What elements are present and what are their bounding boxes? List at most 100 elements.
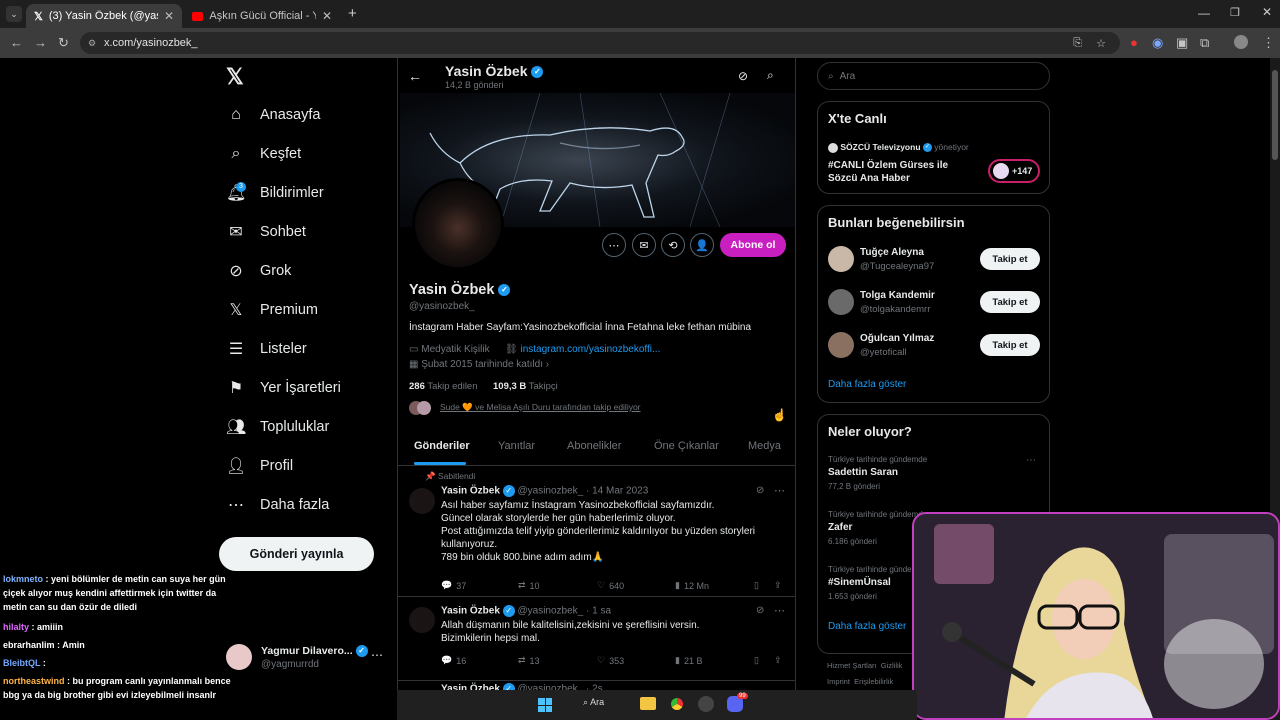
- minimize-icon[interactable]: —: [1198, 6, 1210, 20]
- avatar[interactable]: [828, 246, 854, 272]
- extension-red-icon[interactable]: ●: [1130, 35, 1138, 50]
- views-button[interactable]: ▮ 21 B: [675, 655, 702, 666]
- browser-menu-icon[interactable]: ⋮: [1262, 35, 1275, 51]
- back-arrow-icon[interactable]: ←: [408, 68, 422, 84]
- tweet-more-icon[interactable]: ⋯: [774, 484, 785, 497]
- grok-tweet-icon[interactable]: ⊘: [756, 485, 764, 496]
- more-options-icon[interactable]: ⋯: [602, 233, 626, 257]
- show-more-link[interactable]: Daha fazla göster: [828, 621, 906, 632]
- search-box[interactable]: ⌕ Ara: [817, 62, 1050, 90]
- follow-user-icon[interactable]: 👤: [690, 233, 714, 257]
- profile-avatar[interactable]: [412, 178, 504, 270]
- chrome-icon[interactable]: [669, 696, 685, 712]
- restore-icon[interactable]: ❐: [1230, 6, 1240, 19]
- profile-tab-3[interactable]: Öne Çıkanlar: [654, 440, 719, 452]
- live-host[interactable]: SÖZCÜ Televizyonu ✓ yönetiyor: [828, 142, 969, 153]
- follow-button[interactable]: Takip et: [980, 334, 1040, 356]
- bookmark-star-icon[interactable]: ☆: [1096, 37, 1106, 50]
- nav-item-3[interactable]: ✉ Sohbet: [226, 214, 306, 250]
- bookmark-icon[interactable]: ▯: [754, 580, 759, 591]
- nav-item-7[interactable]: ⚑ Yer İşaretleri: [226, 370, 341, 406]
- subscribe-button[interactable]: Abone ol: [720, 233, 786, 257]
- profile-tab-2[interactable]: Abonelikler: [567, 440, 621, 452]
- nav-item-4[interactable]: ⊘ Grok: [226, 253, 291, 289]
- close-tab-icon[interactable]: ✕: [164, 9, 174, 23]
- avatar[interactable]: [828, 332, 854, 358]
- profile-tab-1[interactable]: Yanıtlar: [498, 440, 535, 452]
- tweet-pinned[interactable]: 📌 Sabitlendi Yasin Özbek ✓ @yasinozbek_ …: [398, 465, 795, 596]
- forward-icon[interactable]: →: [34, 35, 47, 50]
- views-button[interactable]: ▮ 12 Mn: [675, 580, 709, 591]
- taskbar-search[interactable]: ⌕ Ara: [583, 697, 604, 708]
- extension-audio-icon[interactable]: ◉: [1152, 35, 1163, 51]
- following-stat[interactable]: 286 Takip edilen: [409, 381, 478, 392]
- nav-item-6[interactable]: ☰ Listeler: [226, 331, 307, 367]
- profile-tab-4[interactable]: Medya: [748, 440, 781, 452]
- address-bar[interactable]: ⚙ x.com/yasinozbek_ ⎘ ☆: [80, 32, 1120, 54]
- more-icon[interactable]: ⋯: [371, 648, 383, 662]
- avatar[interactable]: [409, 607, 435, 633]
- retweet-button[interactable]: ⇄ 13: [518, 655, 540, 666]
- nav-item-5[interactable]: 𝕏 Premium: [226, 292, 318, 328]
- close-tab-icon[interactable]: ✕: [322, 9, 332, 23]
- retweet-button[interactable]: ⇄ 10: [518, 580, 540, 591]
- profile-joined[interactable]: ▦ Şubat 2015 tarihinde katıldı ›: [409, 359, 549, 370]
- trend-more-icon[interactable]: ⋯: [1026, 455, 1036, 466]
- account-switcher[interactable]: Yagmur Dilavero... ✓ @yagmurrdd ⋯: [226, 642, 386, 674]
- search-icon[interactable]: ⌕: [767, 68, 774, 83]
- bookmark-icon[interactable]: ▯: [754, 655, 759, 666]
- new-tab-icon[interactable]: +: [348, 5, 357, 22]
- grok-profile-icon[interactable]: ⟲: [661, 233, 685, 257]
- live-listener-count[interactable]: +147: [988, 159, 1040, 183]
- suggested-user[interactable]: Tolga Kandemir @tolgakandemrr Takip et: [818, 287, 1049, 327]
- nav-item-2[interactable]: 🔔︎ Bildirimler: [226, 175, 324, 211]
- site-info-icon[interactable]: ⚙: [88, 38, 96, 49]
- reload-icon[interactable]: ↻: [58, 35, 69, 51]
- like-button[interactable]: ♡ 353: [597, 655, 624, 666]
- close-window-icon[interactable]: ✕: [1262, 5, 1272, 19]
- nav-item-0[interactable]: ⌂ Anasayfa: [226, 97, 320, 133]
- live-stream-title[interactable]: #CANLI Özlem Gürses ile Sözcü Ana Haber: [828, 159, 968, 185]
- nav-item-1[interactable]: ⌕ Keşfet: [226, 136, 302, 172]
- follow-button[interactable]: Takip et: [980, 291, 1040, 313]
- like-button[interactable]: ♡ 640: [597, 580, 624, 591]
- footer-link[interactable]: Imprint: [827, 677, 850, 686]
- browser-tab-youtube[interactable]: Aşkın Gücü Official - YouTube ✕: [184, 4, 340, 28]
- follow-button[interactable]: Takip et: [980, 248, 1040, 270]
- nav-item-9[interactable]: 👤︎ Profil: [226, 448, 293, 484]
- followed-by-text[interactable]: Sude 🧡 ve Melisa Aşılı Duru tarafından t…: [440, 402, 641, 413]
- tab-list-menu-icon[interactable]: ⌄: [6, 6, 22, 22]
- avatar[interactable]: [409, 488, 435, 514]
- scrollbar-thumb[interactable]: [1272, 70, 1278, 160]
- suggested-user[interactable]: Tuğçe Aleyna @Tugcealeyna97 Takip et: [818, 244, 1049, 284]
- grok-tweet-icon[interactable]: ⊘: [756, 605, 764, 616]
- nav-item-10[interactable]: ⋯ Daha fazla: [226, 487, 329, 523]
- tweet[interactable]: Yasin Özbek ✓ @yasinozbek_ · 1 sa ⊘ ⋯ Al…: [398, 596, 795, 680]
- show-more-link[interactable]: Daha fazla göster: [828, 379, 906, 390]
- followers-stat[interactable]: 109,3 B Takipçi: [493, 381, 558, 392]
- extension-icon[interactable]: ▣: [1176, 35, 1188, 51]
- suggested-user[interactable]: Oğulcan Yılmaz @yetoficall Takip et: [818, 330, 1049, 370]
- nav-item-8[interactable]: 👥︎ Topluluklar: [226, 409, 329, 445]
- grok-icon[interactable]: ⊘: [738, 69, 748, 83]
- windows-start-icon[interactable]: [538, 698, 552, 712]
- x-logo-icon[interactable]: 𝕏: [226, 64, 244, 90]
- post-button[interactable]: Gönderi yayınla: [219, 537, 374, 571]
- back-icon[interactable]: ←: [10, 35, 23, 50]
- profile-avatar-icon[interactable]: [1234, 35, 1248, 49]
- profile-tab-0[interactable]: Gönderiler: [414, 440, 470, 452]
- browser-tab-x[interactable]: 𝕏 (3) Yasin Özbek (@yasinozbek_) ✕: [26, 4, 182, 28]
- footer-link[interactable]: Erişilebilirlik: [854, 677, 893, 686]
- footer-link[interactable]: Gizlilik: [881, 661, 903, 670]
- trend-item[interactable]: Türkiye tarihinde gündemde Sadettin Saran…: [818, 453, 1049, 503]
- reply-button[interactable]: 💬 16: [441, 655, 466, 666]
- profile-link[interactable]: ⛓ instagram.com/yasinozbekoffi...: [505, 344, 660, 355]
- share-icon[interactable]: ⇪: [774, 580, 782, 591]
- file-explorer-icon[interactable]: [640, 697, 656, 710]
- avatar[interactable]: [828, 289, 854, 315]
- message-icon[interactable]: ✉: [632, 233, 656, 257]
- footer-link[interactable]: Hizmet Şartları: [827, 661, 877, 670]
- tweet-more-icon[interactable]: ⋯: [774, 604, 785, 617]
- extensions-puzzle-icon[interactable]: ⧉: [1200, 35, 1209, 51]
- share-icon[interactable]: ⇪: [774, 655, 782, 666]
